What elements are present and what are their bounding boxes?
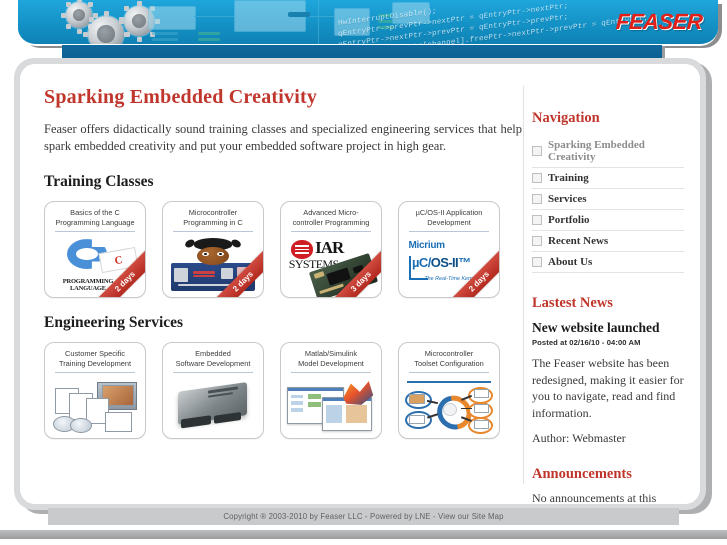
content-panel: Sparking Embedded Creativity Feaser offe… (20, 64, 700, 504)
services-section-title: Engineering Services (44, 314, 184, 331)
bullet-square-icon (532, 257, 542, 267)
sidebar-item-portfolio[interactable]: Portfolio (532, 210, 684, 231)
sidebar-item-services[interactable]: Services (532, 189, 684, 210)
bullet-square-icon (532, 236, 542, 246)
card-title: Customer Specific Training Development (58, 349, 132, 368)
toolchain-output-doc-3 (474, 419, 489, 429)
toolchain-output-doc-1 (474, 389, 489, 399)
service-card-embedded-software[interactable]: Embedded Software Development (162, 342, 264, 439)
sidebar-item-label: Recent News (548, 235, 609, 247)
services-card-row: Customer Specific Training Development E… (44, 342, 522, 439)
toolchain-input-doc-1 (409, 394, 426, 404)
page-title: Sparking Embedded Creativity (44, 86, 318, 108)
card-art-toolchain (405, 379, 493, 436)
content-panel-frame: Sparking Embedded Creativity Feaser offe… (14, 58, 706, 510)
sidebar-item-sparking-embedded-creativity[interactable]: Sparking Embedded Creativity (532, 135, 684, 168)
card-divider (291, 231, 371, 232)
card-art-training-media (51, 379, 139, 433)
iar-logo-icon (290, 240, 314, 259)
card-divider (409, 231, 489, 232)
sidebar-item-label: About Us (548, 256, 593, 268)
intro-paragraph: Feaser offers didactically sound trainin… (44, 122, 522, 153)
feaser-logo[interactable]: FEASER (615, 9, 703, 35)
header-banner: HwInterruptDisable(); qEntryPtr->prevPtr… (18, 0, 718, 46)
news-author: Author: Webmaster (532, 431, 626, 445)
service-card-matlab-simulink[interactable]: Matlab/Simulink Model Development (280, 342, 382, 439)
gopher-head-icon (197, 246, 229, 265)
bullet-square-icon (532, 194, 542, 204)
card-title: Basics of the C Programming Language (55, 208, 135, 227)
training-card-c-basics[interactable]: Basics of the C Programming Language C P… (44, 201, 146, 298)
footer-bottom-band (0, 530, 727, 539)
card-title: Microcontroller Programming in C (183, 208, 243, 227)
latest-news-title: Lastest News (532, 295, 613, 311)
news-body: The Feaser website has been redesigned, … (532, 356, 684, 420)
training-card-row: Basics of the C Programming Language C P… (44, 201, 522, 298)
announcements-body: No announcements at this point. (532, 491, 657, 504)
announcements-title: Announcements (532, 466, 632, 482)
card-art-matlab (287, 379, 375, 433)
toolchain-input-doc-2 (409, 414, 426, 425)
toolchain-arrow-out-2 (461, 407, 472, 410)
training-card-mcu-c[interactable]: Microcontroller Programming in C 2 days (162, 201, 264, 298)
navigation-list: Sparking Embedded Creativity Training Se… (532, 135, 684, 273)
sidebar-item-label: Training (548, 172, 589, 184)
micrium-rule-vertical (408, 256, 411, 280)
card-divider (55, 372, 135, 373)
toolchain-output-doc-2 (474, 404, 489, 414)
card-divider (409, 372, 489, 373)
training-section-title: Training Classes (44, 173, 154, 190)
card-divider (55, 231, 135, 232)
card-divider (173, 372, 253, 373)
card-title: Microcontroller Toolset Configuration (414, 349, 484, 368)
bullet-square-icon (532, 215, 542, 225)
sidebar-item-label: Sparking Embedded Creativity (548, 139, 645, 163)
card-art-ecu (169, 379, 257, 433)
ecu-module-icon (177, 381, 247, 428)
compiler-core-icon (442, 402, 458, 416)
iar-wordmark: IAR (315, 238, 344, 258)
footer-copyright: Copyright ® 2003-2010 by Feaser LLC - Po… (48, 508, 679, 525)
sidebar-item-training[interactable]: Training (532, 168, 684, 189)
news-headline[interactable]: New website launched (532, 320, 684, 336)
bullet-square-icon (532, 173, 542, 183)
training-card-ucos-ii[interactable]: µC/OS-II Application Development Micrium… (398, 201, 500, 298)
sidebar-item-label: Portfolio (548, 214, 590, 226)
navigation-title: Navigation (532, 110, 600, 126)
sidebar-item-label: Services (548, 193, 587, 205)
service-card-custom-training[interactable]: Customer Specific Training Development (44, 342, 146, 439)
training-card-advanced-mcu[interactable]: Advanced Micro- controller Programming I… (280, 201, 382, 298)
card-title: Embedded Software Development (175, 349, 251, 368)
bullet-square-icon (532, 146, 542, 156)
sidebar: Navigation Sparking Embedded Creativity … (532, 110, 684, 504)
page-root: HwInterruptDisable(); qEntryPtr->prevPtr… (0, 0, 727, 545)
footer-base (0, 539, 727, 545)
service-card-toolset-config[interactable]: Microcontroller Toolset Configuration (398, 342, 500, 439)
card-title: Matlab/Simulink Model Development (298, 349, 364, 368)
card-divider (173, 231, 253, 232)
news-timestamp: Posted at 02/16/10 - 04:00 AM (532, 338, 641, 347)
micrium-wordmark: Micrium (408, 240, 446, 252)
toolchain-top-rule (406, 381, 492, 383)
card-title: µC/OS-II Application Development (415, 208, 483, 227)
sidebar-item-about-us[interactable]: About Us (532, 252, 684, 273)
sidebar-item-recent-news[interactable]: Recent News (532, 231, 684, 252)
content-sidebar-divider (523, 86, 524, 484)
card-divider (291, 372, 371, 373)
card-title: Advanced Micro- controller Programming (292, 208, 370, 227)
main-content: Sparking Embedded Creativity Feaser offe… (44, 86, 522, 455)
ucos-ii-wordmark: µC/OS-II™ (412, 255, 471, 271)
